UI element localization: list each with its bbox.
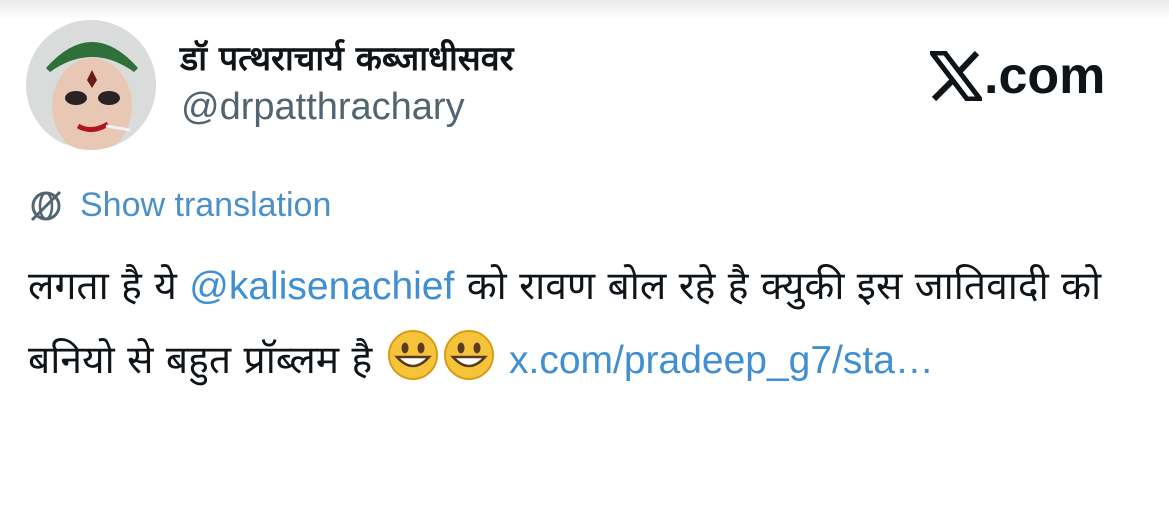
globe-icon	[30, 190, 62, 221]
author-handle[interactable]: @drpatthrachary	[181, 86, 465, 129]
brand-logo: .com	[930, 50, 1105, 102]
tweet-link[interactable]: x.com/pradeep_g7/sta…	[509, 339, 934, 382]
mention-link[interactable]: @kalisenachief	[189, 265, 454, 308]
grinning-face-emoji	[387, 329, 439, 406]
tweet-text-part: लगता है ये	[28, 264, 190, 309]
author-display-name[interactable]: डॉ पत्थराचार्य कब्जाधीसवर	[180, 34, 514, 80]
show-translation-button[interactable]: Show translation	[28, 186, 331, 225]
avatar[interactable]	[26, 20, 156, 150]
brand-domain-text: .com	[984, 47, 1106, 105]
grinning-face-emoji	[443, 329, 495, 406]
top-shadow	[0, 0, 1169, 20]
tweet-text: लगता है ये @kalisenachief को रावण बोल रह…	[28, 250, 1138, 406]
avatar-image	[26, 20, 156, 150]
x-logo-icon	[930, 51, 982, 101]
show-translation-label: Show translation	[80, 186, 332, 224]
